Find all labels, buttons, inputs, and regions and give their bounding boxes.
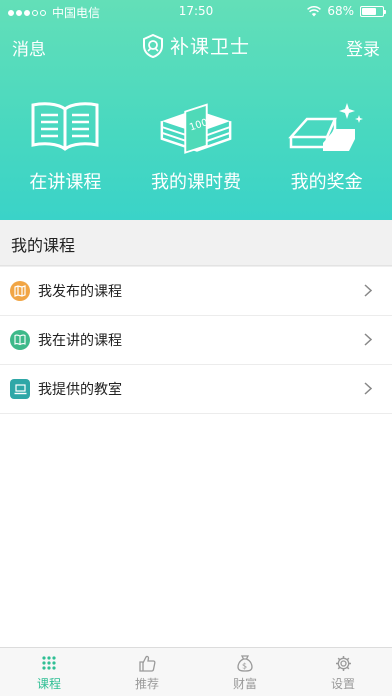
- app-title: 补课卫士: [0, 32, 392, 59]
- wifi-icon: [307, 5, 322, 16]
- nav-bar: 消息 补课卫士 登录: [0, 28, 392, 64]
- list-item-label: 我在讲的课程: [38, 333, 122, 349]
- tab-label: 课程: [36, 677, 61, 691]
- tab-recommend[interactable]: 推荐: [98, 648, 196, 696]
- tab-courses[interactable]: 课程: [0, 648, 98, 696]
- status-right: 68%: [307, 4, 386, 18]
- status-bar: 中国电信 17:50 68%: [0, 0, 392, 22]
- hero-item-teaching-courses[interactable]: 在讲课程: [0, 96, 131, 206]
- hero-label: 我的奖金: [290, 172, 363, 193]
- tab-bar: 课程 推荐 $ 财富 设置: [0, 647, 392, 696]
- section-title: 我的课程: [11, 236, 76, 255]
- cash-stack-icon: 100: [156, 96, 236, 158]
- grid-icon: [40, 654, 58, 672]
- thumbs-up-icon: [138, 654, 156, 672]
- list-item-provided-classrooms[interactable]: 我提供的教室: [0, 365, 392, 414]
- chevron-right-icon: [364, 333, 372, 346]
- tab-settings[interactable]: 设置: [294, 648, 392, 696]
- hero-label: 在讲课程: [29, 172, 102, 193]
- login-link[interactable]: 登录: [346, 35, 380, 60]
- list-item-teaching-courses[interactable]: 我在讲的课程: [0, 316, 392, 365]
- laptop-icon: [10, 379, 30, 399]
- tab-label: 推荐: [134, 677, 159, 691]
- map-icon: [10, 281, 30, 301]
- gear-icon: [334, 654, 352, 672]
- battery-icon: [360, 5, 386, 17]
- open-book-icon: [25, 96, 105, 158]
- app-title-text: 补课卫士: [169, 36, 250, 58]
- book-icon: [10, 330, 30, 350]
- hero-label: 我的课时费: [151, 172, 241, 193]
- hero-shortcuts: 在讲课程 100 我的课时费 我的奖金: [0, 96, 392, 206]
- header-banner: 中国电信 17:50 68% 消息 补课卫士 登录 在讲课程 100 我的课时费…: [0, 0, 392, 220]
- tab-label: 财富: [232, 677, 257, 691]
- battery-percent: 68%: [327, 4, 354, 18]
- content-area: [0, 414, 392, 647]
- money-bag-icon: $: [236, 654, 254, 672]
- svg-text:$: $: [242, 662, 247, 671]
- list-item-published-courses[interactable]: 我发布的课程: [0, 267, 392, 316]
- chevron-right-icon: [364, 382, 372, 395]
- section-header: 我的课程: [0, 220, 392, 266]
- gold-bars-icon: [287, 96, 367, 158]
- hero-item-lesson-fee[interactable]: 100 我的课时费: [131, 96, 262, 206]
- chevron-right-icon: [364, 284, 372, 297]
- shield-logo-icon: [142, 33, 163, 58]
- hero-item-bonus[interactable]: 我的奖金: [261, 96, 392, 206]
- tab-wealth[interactable]: $ 财富: [196, 648, 294, 696]
- course-list: 我发布的课程 我在讲的课程 我提供的教室: [0, 267, 392, 414]
- list-item-label: 我发布的课程: [38, 284, 122, 300]
- tab-label: 设置: [330, 677, 355, 691]
- list-item-label: 我提供的教室: [38, 382, 122, 398]
